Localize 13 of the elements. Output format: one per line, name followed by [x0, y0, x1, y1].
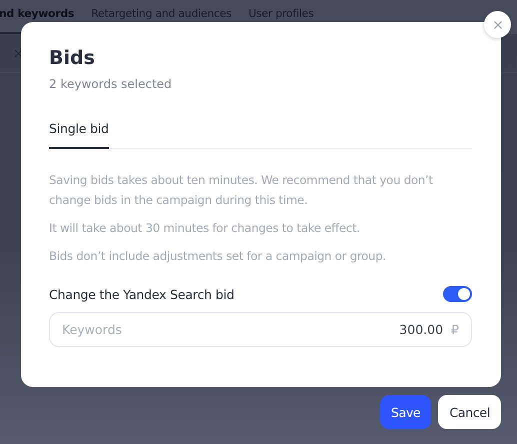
close-icon[interactable] [14, 48, 23, 58]
info-text: Bids don’t include adjustments set for a campaign or group. [49, 248, 387, 265]
info-text: Saving bids takes about ten minutes. We recommend that you don’t change bids in the campaign during this time. [49, 172, 434, 209]
input-field[interactable]: Keywords 300.00 ₽ [49, 312, 472, 347]
cancel-button[interactable]: Cancel [438, 395, 501, 429]
toggle-switch[interactable] [443, 286, 472, 302]
toggle-label: Change the Yandex Search bid [49, 286, 234, 302]
dialog-title: Bids [49, 46, 96, 70]
tab[interactable]: Single bid [49, 121, 109, 149]
save-button[interactable]: Save [380, 395, 432, 429]
info-text: It will take about 30 minutes for changes to take effect. [49, 220, 361, 237]
dialog-subtitle: 2 keywords selected [49, 76, 173, 92]
close-icon [492, 20, 502, 30]
